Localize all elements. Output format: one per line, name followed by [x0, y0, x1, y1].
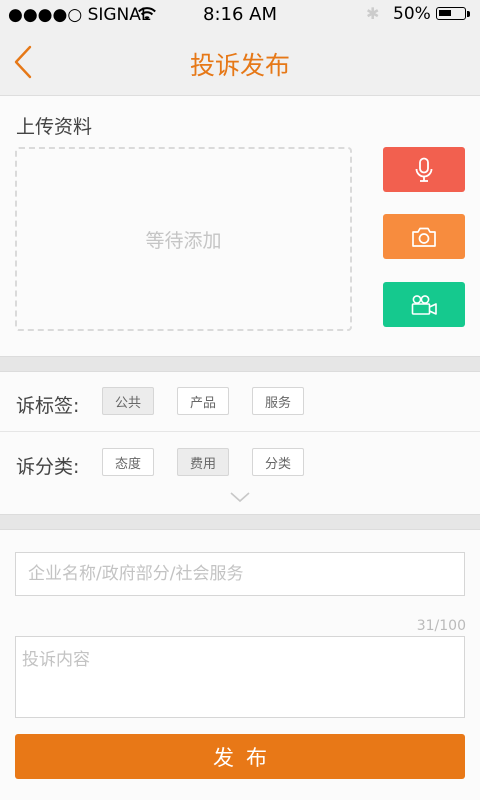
battery-icon	[436, 7, 466, 20]
tag-row-label: 诉标签:	[16, 395, 80, 417]
complaint-content-input[interactable]	[15, 636, 465, 718]
video-camera-icon	[411, 294, 437, 315]
bluetooth-icon: ✱	[366, 4, 380, 23]
page-title: 投诉发布	[189, 51, 290, 80]
publish-button[interactable]: 发布	[15, 734, 465, 779]
dropzone-text: 等待添加	[145, 229, 222, 252]
take-photo-button[interactable]	[383, 214, 465, 259]
record-audio-button[interactable]	[383, 147, 465, 192]
battery-tip	[467, 11, 470, 17]
target-organization-input[interactable]	[15, 552, 465, 596]
tag-option-product[interactable]: 产品	[177, 387, 229, 415]
category-row-label: 诉分类:	[16, 456, 80, 478]
tag-option-public[interactable]: 公共	[102, 387, 154, 415]
tag-option-label: 服务	[264, 395, 291, 411]
section-divider	[0, 514, 480, 530]
category-option-category[interactable]: 分类	[252, 448, 304, 476]
section-divider	[0, 356, 480, 372]
character-counter: 31/100	[416, 618, 466, 634]
tag-option-label: 公共	[114, 395, 141, 411]
category-option-attitude[interactable]: 态度	[102, 448, 154, 476]
status-bar: ●●●●○ SIGNAL 8:16 AM ✱ 50%	[0, 0, 480, 30]
category-option-label: 态度	[114, 456, 141, 472]
battery-percent: 50%	[393, 4, 431, 24]
complaint-form: 31/100 发布	[0, 530, 480, 800]
chevron-down-icon	[230, 492, 250, 503]
navigation-bar: 投诉发布	[0, 30, 480, 96]
row-separator	[0, 431, 480, 432]
record-video-button[interactable]	[383, 282, 465, 327]
expand-tags-button[interactable]	[228, 489, 252, 505]
tag-option-label: 产品	[189, 395, 216, 411]
category-option-label: 费用	[189, 456, 216, 472]
camera-icon	[412, 227, 436, 247]
upload-label: 上传资料	[16, 116, 93, 138]
category-option-label: 分类	[264, 456, 291, 472]
microphone-icon	[415, 157, 433, 182]
tags-section: 诉标签: 公共 产品 服务 诉分类: 态度 费用 分类	[0, 372, 480, 515]
upload-section: 上传资料 等待添加	[0, 96, 480, 356]
category-option-fee[interactable]: 费用	[177, 448, 229, 476]
tag-option-service[interactable]: 服务	[252, 387, 304, 415]
upload-dropzone[interactable]: 等待添加	[15, 147, 352, 331]
